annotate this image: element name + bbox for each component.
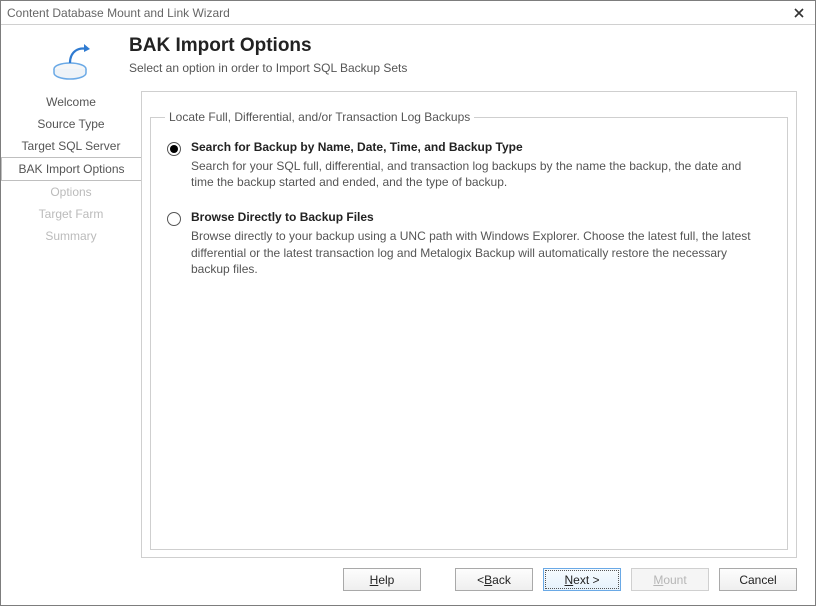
wizard-content: Locate Full, Differential, and/or Transa… xyxy=(141,91,797,558)
option-search-title: Search for Backup by Name, Date, Time, a… xyxy=(191,140,773,154)
step-source-type[interactable]: Source Type xyxy=(1,113,141,135)
back-underline: B xyxy=(484,573,492,587)
option-search[interactable]: Search for Backup by Name, Date, Time, a… xyxy=(165,140,773,190)
option-browse-title: Browse Directly to Backup Files xyxy=(191,210,773,224)
next-underline: N xyxy=(564,573,573,587)
wizard-sidebar: Welcome Source Type Target SQL Server BA… xyxy=(1,85,141,558)
page-title: BAK Import Options xyxy=(129,35,797,57)
group-legend: Locate Full, Differential, and/or Transa… xyxy=(165,110,474,124)
option-browse-desc: Browse directly to your backup using a U… xyxy=(191,228,773,277)
wizard-header: BAK Import Options Select an option in o… xyxy=(1,25,815,85)
page-subtitle: Select an option in order to Import SQL … xyxy=(129,61,797,75)
wizard-body: BAK Import Options Select an option in o… xyxy=(1,25,815,605)
option-browse[interactable]: Browse Directly to Backup Files Browse d… xyxy=(165,210,773,277)
mount-underline: M xyxy=(653,573,663,587)
wizard-window: Content Database Mount and Link Wizard B… xyxy=(0,0,816,606)
back-rest: ack xyxy=(492,573,511,587)
step-target-farm: Target Farm xyxy=(1,203,141,225)
database-import-icon xyxy=(51,39,97,81)
radio-search[interactable] xyxy=(167,142,181,156)
option-search-text: Search for Backup by Name, Date, Time, a… xyxy=(191,140,773,190)
step-target-sql-server[interactable]: Target SQL Server xyxy=(1,135,141,157)
wizard-icon xyxy=(19,35,129,81)
step-options: Options xyxy=(1,181,141,203)
footer-spacer xyxy=(431,568,445,591)
step-summary: Summary xyxy=(1,225,141,247)
option-browse-text: Browse Directly to Backup Files Browse d… xyxy=(191,210,773,277)
title-bar: Content Database Mount and Link Wizard xyxy=(1,1,815,25)
next-button[interactable]: Next > xyxy=(543,568,621,591)
cancel-button[interactable]: Cancel xyxy=(719,568,797,591)
cancel-label: Cancel xyxy=(739,573,776,587)
step-welcome[interactable]: Welcome xyxy=(1,91,141,113)
step-bak-import-options[interactable]: BAK Import Options xyxy=(1,157,142,181)
wizard-footer: Help < Back Next > Mount Cancel xyxy=(1,558,815,605)
mount-button: Mount xyxy=(631,568,709,591)
option-search-desc: Search for your SQL full, differential, … xyxy=(191,158,773,190)
close-icon xyxy=(794,8,804,18)
back-prefix: < xyxy=(477,573,484,587)
mount-rest: ount xyxy=(663,573,686,587)
help-button[interactable]: Help xyxy=(343,568,421,591)
locate-backups-group: Locate Full, Differential, and/or Transa… xyxy=(150,110,788,550)
back-button[interactable]: < Back xyxy=(455,568,533,591)
wizard-middle: Welcome Source Type Target SQL Server BA… xyxy=(1,85,815,558)
help-rest: elp xyxy=(378,573,394,587)
help-underline: H xyxy=(370,573,379,587)
window-title: Content Database Mount and Link Wizard xyxy=(7,6,230,20)
radio-browse[interactable] xyxy=(167,212,181,226)
close-button[interactable] xyxy=(783,1,815,24)
next-rest: ext > xyxy=(573,573,599,587)
